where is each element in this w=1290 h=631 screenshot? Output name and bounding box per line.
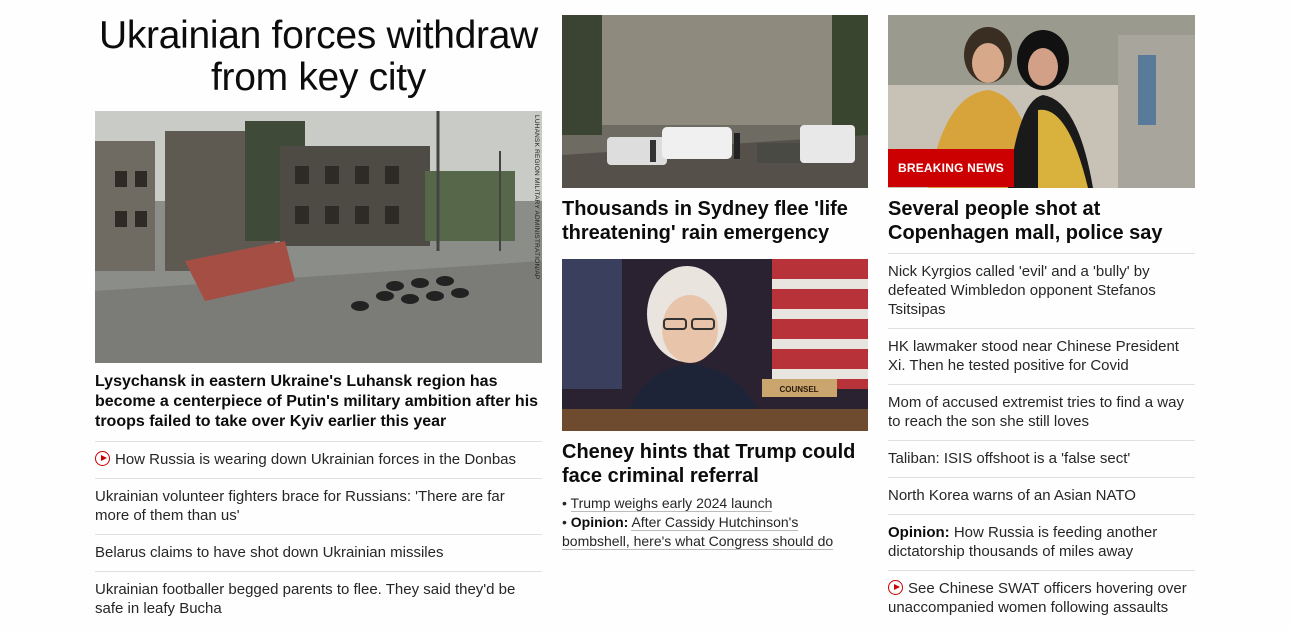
play-video-icon [888, 580, 903, 595]
list-item[interactable]: North Korea warns of an Asian NATO [888, 477, 1195, 514]
list-item[interactable]: Mom of accused extremist tries to find a… [888, 384, 1195, 440]
list-item[interactable]: Ukrainian volunteer fighters brace for R… [95, 478, 542, 534]
list-item[interactable]: Belarus claims to have shot down Ukraini… [95, 534, 542, 571]
breaking-news-badge: BREAKING NEWS [888, 149, 1014, 187]
cheney-headline[interactable]: Cheney hints that Trump could face crimi… [562, 440, 868, 488]
list-item[interactable]: Nick Kyrgios called 'evil' and a 'bully'… [888, 253, 1195, 328]
copenhagen-headline[interactable]: Several people shot at Copenhagen mall, … [888, 197, 1195, 245]
lead-image[interactable]: LUHANSK REGION MILITARY ADMINISTRATION/A… [95, 111, 542, 363]
list-item[interactable]: Ukrainian footballer begged parents to f… [95, 571, 542, 627]
list-item[interactable]: • Opinion: After Cassidy Hutchinson's bo… [562, 513, 868, 551]
lead-story: Ukrainian forces withdraw from key city [95, 15, 542, 627]
list-item[interactable]: Taliban: ISIS offshoot is a 'false sect' [888, 440, 1195, 477]
lead-related-links: How Russia is wearing down Ukrainian for… [95, 441, 542, 627]
list-item[interactable]: See Chinese SWAT officers hovering over … [888, 570, 1195, 626]
middle-column: Thousands in Sydney flee 'life threateni… [562, 15, 868, 551]
lead-headline-link[interactable]: Ukrainian forces withdraw from key city [99, 14, 538, 99]
image-credit: LUHANSK REGION MILITARY ADMINISTRATION/A… [533, 115, 540, 280]
copenhagen-image[interactable]: BREAKING NEWS [888, 15, 1195, 188]
right-column: BREAKING NEWS Several people shot at Cop… [888, 15, 1195, 626]
lead-headline[interactable]: Ukrainian forces withdraw from key city [95, 15, 542, 99]
cheney-image[interactable]: COUNSEL [562, 259, 868, 431]
counsel-sign: COUNSEL [779, 385, 818, 394]
list-item[interactable]: • Trump weighs early 2024 launch [562, 494, 868, 513]
lead-description[interactable]: Lysychansk in eastern Ukraine's Luhansk … [95, 372, 542, 432]
sydney-headline[interactable]: Thousands in Sydney flee 'life threateni… [562, 197, 868, 245]
list-item[interactable]: Opinion: How Russia is feeding another d… [888, 514, 1195, 570]
list-item[interactable]: How Russia is wearing down Ukrainian for… [95, 441, 542, 478]
play-video-icon [95, 451, 110, 466]
list-item[interactable]: HK lawmaker stood near Chinese President… [888, 328, 1195, 384]
cheney-related-links: • Trump weighs early 2024 launch • Opini… [562, 494, 868, 551]
right-links: Nick Kyrgios called 'evil' and a 'bully'… [888, 253, 1195, 626]
sydney-flood-image[interactable] [562, 15, 868, 188]
